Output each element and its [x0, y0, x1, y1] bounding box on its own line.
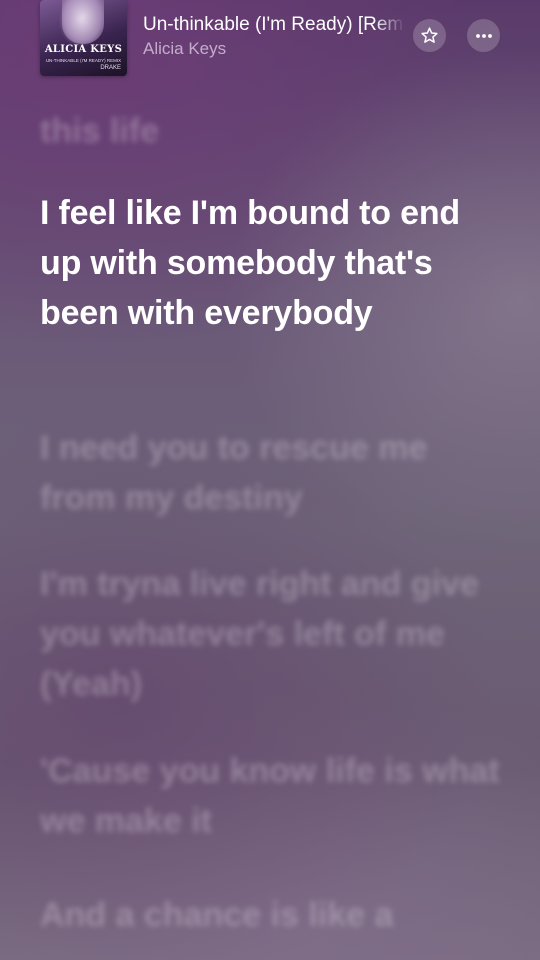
- star-outline-icon: [421, 27, 438, 43]
- album-artwork-subtitle: UN-THINKABLE (I'M READY) REMIX: [45, 58, 122, 63]
- lyric-line-past[interactable]: this life: [40, 106, 500, 156]
- track-title[interactable]: Un-thinkable (I'm Ready) [Remix]: [143, 14, 405, 36]
- lyric-line[interactable]: I need you to rescue me from my destiny: [40, 423, 500, 523]
- track-artist[interactable]: Alicia Keys: [143, 39, 226, 59]
- more-options-button[interactable]: [467, 19, 500, 52]
- lyric-line[interactable]: And a chance is like a: [40, 890, 500, 940]
- lyric-line[interactable]: I'm tryna live right and give you whatev…: [40, 559, 500, 709]
- lyric-line-current[interactable]: I feel like I'm bound to end up with som…: [40, 188, 500, 338]
- favorite-button[interactable]: [413, 19, 446, 52]
- album-artwork[interactable]: ALICIA KEYS UN-THINKABLE (I'M READY) REM…: [40, 0, 127, 76]
- album-artwork-figure: [62, 0, 104, 44]
- ellipsis-icon: [475, 33, 492, 38]
- album-artwork-title: ALICIA KEYS: [44, 44, 123, 55]
- album-artwork-feature: DRAKE: [100, 65, 121, 71]
- lyric-line[interactable]: 'Cause you know life is what we make it: [40, 746, 500, 846]
- now-playing-header: ALICIA KEYS UN-THINKABLE (I'M READY) REM…: [0, 0, 540, 90]
